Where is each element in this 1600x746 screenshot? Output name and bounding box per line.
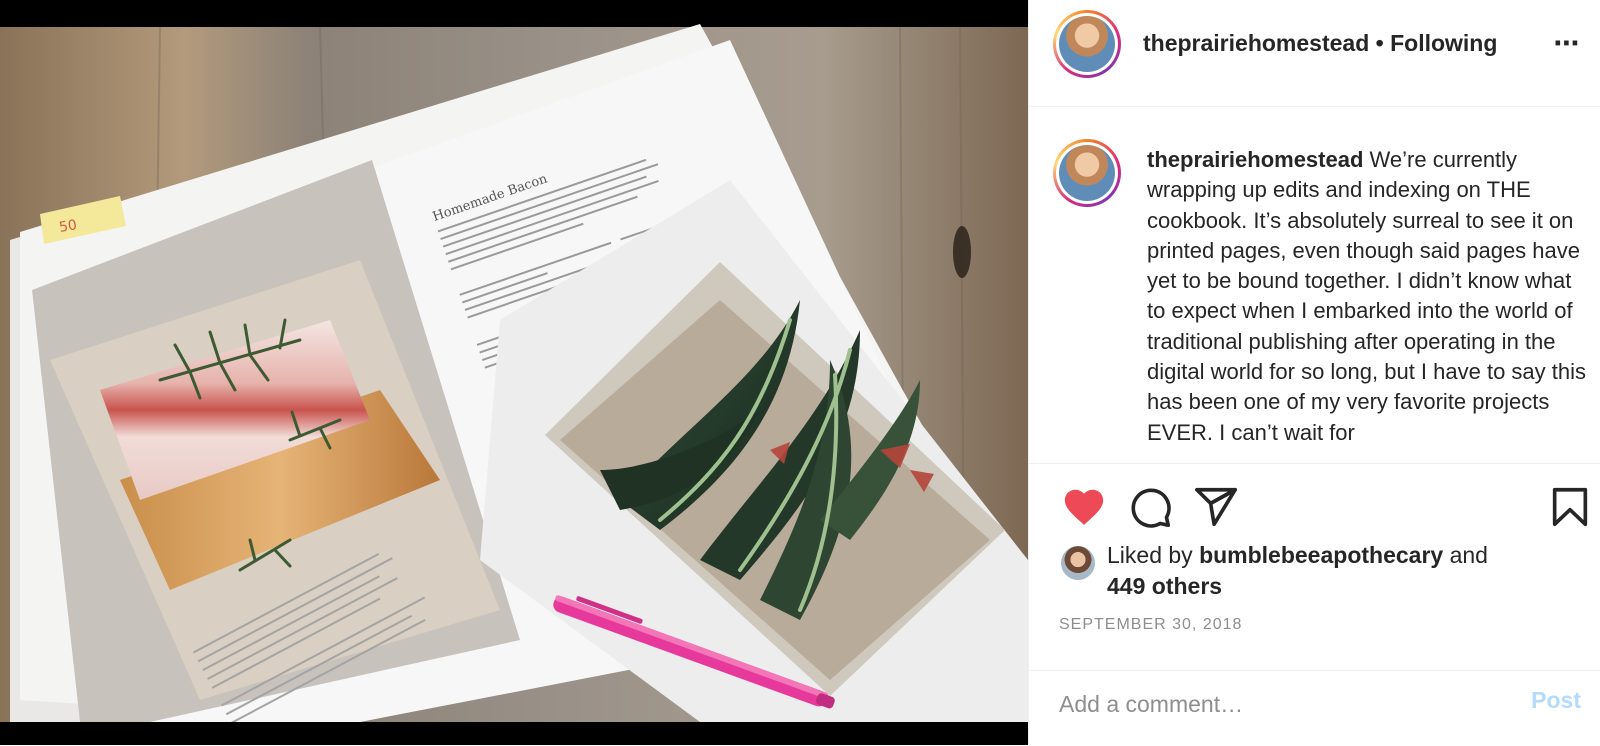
action-bar (1029, 478, 1600, 534)
photo-illustration: Homemade Bacon 50 (0, 0, 1028, 745)
avatar[interactable] (1053, 10, 1121, 78)
post-photo[interactable]: Homemade Bacon 50 (0, 0, 1028, 745)
post-caption: theprairiehomestead We’re currently wrap… (1147, 145, 1591, 448)
likes-prefix: Liked by (1107, 542, 1193, 568)
heart-icon[interactable] (1061, 484, 1107, 530)
svg-text:50: 50 (58, 217, 78, 236)
caption-username-link[interactable]: theprairiehomestead (1147, 147, 1363, 172)
likes-and: and (1449, 542, 1488, 568)
post-side-panel: theprairiehomestead • Following ⋯ thepra… (1028, 0, 1600, 745)
comment-icon[interactable] (1127, 484, 1173, 530)
likes-others-link[interactable]: 449 others (1107, 573, 1222, 599)
more-options-icon[interactable]: ⋯ (1547, 28, 1587, 62)
separator-dot: • (1375, 30, 1384, 56)
share-icon[interactable] (1193, 484, 1239, 530)
post-comment-button[interactable]: Post (1531, 687, 1581, 714)
username-link[interactable]: theprairiehomestead (1143, 30, 1369, 56)
profile-picture (1059, 16, 1115, 72)
post-author: theprairiehomestead • Following (1143, 30, 1497, 57)
likes-summary: Liked by bumblebeeapothecary and 449 oth… (1029, 540, 1600, 604)
likes-text: Liked by bumblebeeapothecary and 449 oth… (1107, 540, 1577, 601)
liker-username-link[interactable]: bumblebeeapothecary (1199, 542, 1443, 568)
liker-avatar[interactable] (1061, 546, 1095, 580)
post-header: theprairiehomestead • Following ⋯ (1029, 0, 1600, 107)
following-button[interactable]: Following (1390, 30, 1497, 56)
avatar[interactable] (1053, 139, 1121, 207)
comment-bar: Post (1029, 670, 1600, 746)
caption-text: We’re currently wrapping up edits and in… (1147, 147, 1587, 445)
post-date[interactable]: SEPTEMBER 30, 2018 (1059, 616, 1242, 634)
bookmark-icon[interactable] (1547, 484, 1593, 530)
comment-input[interactable] (1057, 685, 1501, 723)
caption-section: theprairiehomestead We’re currently wrap… (1029, 107, 1600, 464)
profile-picture (1059, 145, 1115, 201)
